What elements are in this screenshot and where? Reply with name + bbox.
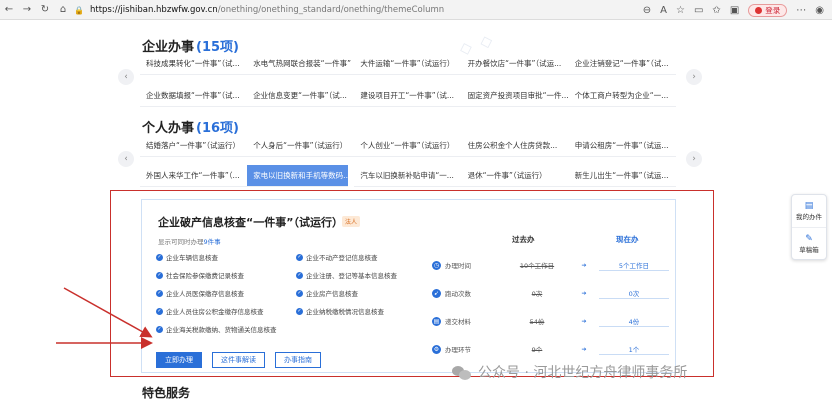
url-path: /onething/onething_standard/onething/the…: [217, 5, 445, 15]
lock-icon: 🔒: [74, 5, 84, 15]
zoom-icon[interactable]: ⊖: [643, 5, 651, 16]
personal-count: (16项): [196, 121, 239, 136]
chevron-right-icon: ›: [692, 72, 696, 82]
list-item[interactable]: 开办餐饮店“一件事”（试运...: [461, 53, 569, 75]
personal-item-grid: 结婚落户“一件事”（试运行） 个人身后“一件事”（试运行） 个人创业“一件事”（…: [140, 135, 676, 187]
list-item-active[interactable]: 家电以旧换新和手机等数码...: [247, 165, 349, 187]
list-item[interactable]: 个人创业“一件事”（试运行）: [354, 135, 462, 157]
personal-next-button[interactable]: ›: [686, 151, 702, 167]
refresh-icon[interactable]: ↻: [36, 1, 54, 19]
list-item[interactable]: 固定资产投资项目审批“一件...: [461, 85, 569, 107]
highlight-frame: [110, 190, 714, 377]
list-item[interactable]: 住房公积金个人住房贷款...: [461, 135, 569, 157]
list-item[interactable]: 个人身后“一件事”（试运行）: [247, 135, 355, 157]
draft-box-button[interactable]: ✎ 草稿箱: [792, 227, 826, 259]
list-item[interactable]: 企业信息变更“一件事”（试...: [247, 85, 355, 107]
home-icon[interactable]: ⌂: [54, 1, 72, 19]
special-services-title: 特色服务: [142, 386, 191, 400]
my-tasks-label: 我的办件: [796, 213, 822, 221]
forward-icon[interactable]: →: [18, 1, 36, 19]
list-item[interactable]: 水电气热网联合报装“一件事”: [247, 53, 355, 75]
avatar: [755, 6, 763, 14]
watermark: 公众号 · 河北世纪方舟律师事务所: [452, 362, 687, 382]
enterprise-item-grid: 科技成果转化“一件事”（试... 水电气热网联合报装“一件事” 大件运输“一件事…: [140, 53, 676, 107]
chevron-right-icon: ›: [692, 154, 696, 164]
list-item[interactable]: 申请公租房“一件事”（试运...: [568, 135, 676, 157]
list-item[interactable]: 科技成果转化“一件事”（试...: [140, 53, 248, 75]
favorites-list-icon[interactable]: ✩: [712, 5, 720, 16]
personal-prev-button[interactable]: ‹: [118, 151, 134, 167]
browser-actions: ⊖ A ☆ ▭ ✩ ▣ 登录 ⋯ ◉: [643, 2, 824, 18]
login-button[interactable]: 登录: [748, 3, 788, 17]
draft-icon: ✎: [805, 233, 813, 244]
page-content: ◇ ◇ 企业办事 (15项) ‹ › 科技成果转化“一件事”（试... 水电气热…: [0, 21, 832, 412]
list-item[interactable]: 汽车以旧换新补贴申请“一...: [354, 165, 462, 187]
enterprise-next-button[interactable]: ›: [686, 69, 702, 85]
chevron-left-icon: ‹: [124, 154, 128, 164]
collections-icon[interactable]: ▣: [730, 5, 739, 16]
chevron-left-icon: ‹: [124, 72, 128, 82]
split-screen-icon[interactable]: ▭: [694, 5, 703, 16]
list-item[interactable]: 新生儿出生“一件事”（试运...: [568, 165, 676, 187]
list-item[interactable]: 建设项目开工“一件事”（试...: [354, 85, 462, 107]
list-item[interactable]: 退休“一件事”（试运行）: [461, 165, 569, 187]
login-label: 登录: [765, 5, 781, 15]
list-item[interactable]: 结婚落户“一件事”（试运行）: [140, 135, 248, 157]
wechat-icon: [452, 364, 472, 380]
list-item[interactable]: 外国人来华工作“一件事”（...: [140, 165, 248, 187]
draft-box-label: 草稿箱: [799, 245, 819, 254]
document-icon: ▤: [804, 201, 814, 211]
personal-section-title: 个人办事 (16项): [142, 117, 239, 136]
personal-title: 个人办事: [142, 121, 195, 136]
float-panel: ▤ 我的办件 ✎ 草稿箱: [791, 194, 827, 260]
enterprise-prev-button[interactable]: ‹: [118, 69, 134, 85]
watermark-text: 公众号 · 河北世纪方舟律师事务所: [478, 365, 688, 381]
back-icon[interactable]: ←: [0, 1, 18, 19]
my-tasks-button[interactable]: ▤ 我的办件: [792, 195, 826, 227]
more-icon[interactable]: ⋯: [796, 5, 806, 16]
list-item[interactable]: 企业注销登记“一件事”（试...: [568, 53, 676, 75]
favorite-icon[interactable]: ☆: [676, 5, 685, 16]
url-host: https://jishiban.hbzwfw.gov.cn: [89, 5, 218, 15]
list-item[interactable]: 个体工商户转型为企业“一...: [568, 85, 676, 107]
read-aloud-icon[interactable]: A: [660, 5, 667, 16]
list-item[interactable]: 企业数据填报“一件事”（试...: [140, 85, 248, 107]
browser-toolbar: ← → ↻ ⌂ 🔒 https://jishiban.hbzwfw.gov.cn…: [0, 0, 832, 20]
copilot-icon[interactable]: ◉: [815, 5, 824, 16]
list-item[interactable]: 大件运输“一件事”（试运行）: [354, 53, 462, 75]
